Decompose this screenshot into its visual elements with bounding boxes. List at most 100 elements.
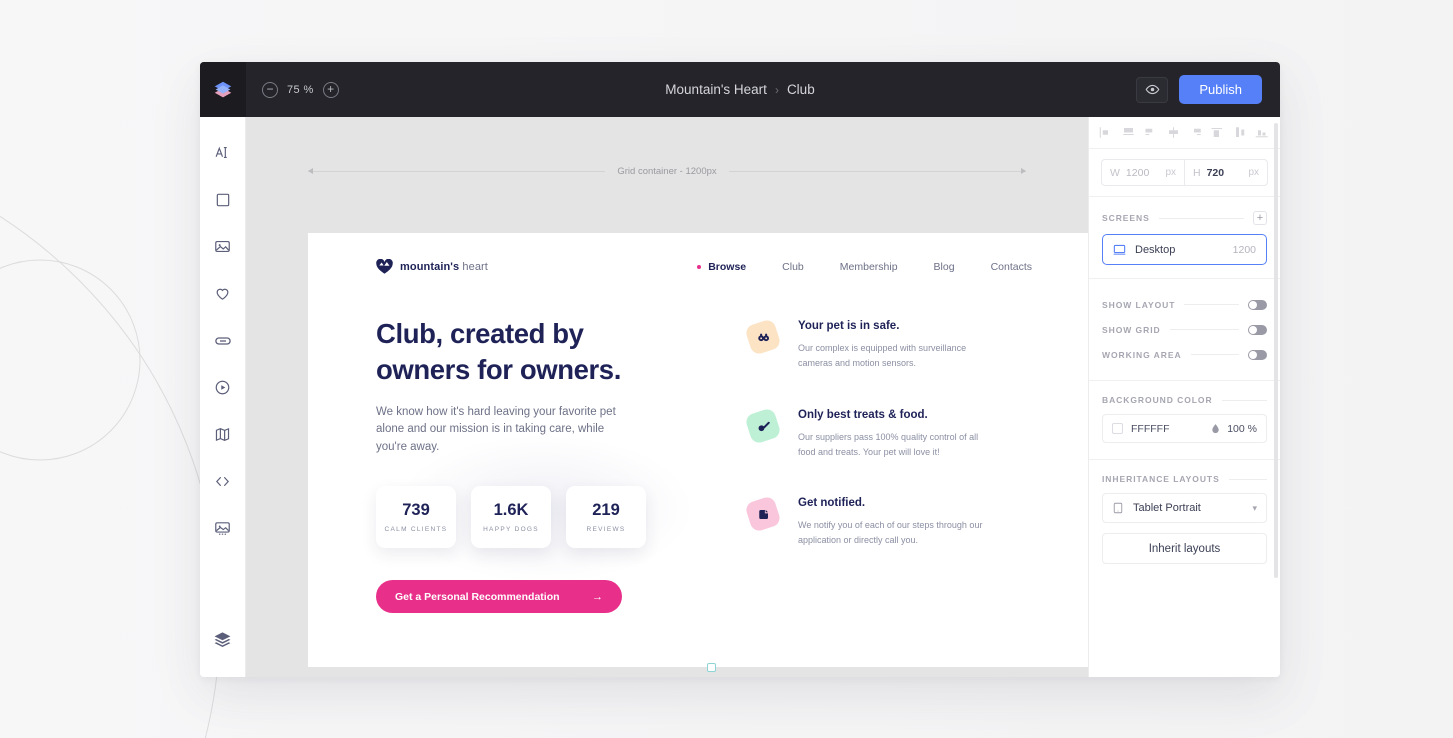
- screen-width: 1200: [1232, 243, 1256, 256]
- stat-value: 1.6K: [493, 501, 529, 520]
- stat-label: HAPPY DOGS: [483, 526, 539, 534]
- opacity-group: 100 %: [1210, 423, 1257, 435]
- background-color-field[interactable]: FFFFFF 100 %: [1102, 414, 1267, 443]
- screens-section-header: SCREENS +: [1089, 197, 1280, 234]
- feature-title: Get notified.: [798, 497, 866, 510]
- tablet-icon: [1113, 502, 1123, 514]
- screen-item-desktop[interactable]: Desktop 1200: [1102, 234, 1267, 265]
- section-divider: [1228, 478, 1267, 480]
- properties-panel: W 1200 px H 720 px SCREENS + Desktop 120…: [1088, 117, 1280, 677]
- show-layout-label: SHOW LAYOUT: [1102, 299, 1176, 310]
- feature-text: Get notified. We notify you of each of o…: [798, 497, 988, 548]
- map-tool-icon: [215, 427, 230, 442]
- cta-button[interactable]: Get a Personal Recommendation →: [376, 580, 622, 614]
- preview-button[interactable]: [1136, 76, 1169, 103]
- screens-title: SCREENS: [1102, 213, 1150, 223]
- hero-section: Club, created by owners for owners. We k…: [308, 274, 1088, 614]
- height-unit: px: [1248, 167, 1259, 178]
- feature-description: We notify you of each of our steps throu…: [798, 520, 983, 546]
- color-swatch[interactable]: [1112, 423, 1123, 434]
- feature-description: Our complex is equipped with surveillanc…: [798, 343, 967, 368]
- section-divider: [1169, 329, 1239, 330]
- sidebar-item-button[interactable]: [200, 317, 246, 364]
- toggle-show-layout: SHOW LAYOUT: [1089, 292, 1280, 317]
- cta-label: Get a Personal Recommendation: [395, 590, 560, 603]
- site-logo[interactable]: mountain's heart: [376, 259, 488, 274]
- hero-title-line1: Club, created by: [376, 318, 584, 349]
- top-bar: − 75 % + Mountain's Heart › Club Publish: [200, 62, 1280, 117]
- app-body: Grid container - 1200px mountain's heart: [200, 117, 1280, 677]
- nav-link-membership[interactable]: Membership: [840, 261, 898, 273]
- sidebar-item-code[interactable]: [200, 458, 246, 505]
- align-top-icon[interactable]: [1188, 126, 1203, 139]
- app-logo[interactable]: [200, 62, 246, 117]
- features-column: Your pet is in safe. Our complex is equi…: [744, 316, 1046, 613]
- section-divider: [1158, 217, 1244, 219]
- website-preview-frame[interactable]: mountain's heart Browse Club Membership …: [308, 233, 1088, 667]
- divider: [1089, 278, 1280, 279]
- feature-item: Only best treats & food. Our suppliers p…: [744, 406, 1046, 460]
- frame-resize-handle[interactable]: [707, 663, 716, 672]
- nav-link-contacts[interactable]: Contacts: [991, 261, 1032, 273]
- sidebar-item-layers[interactable]: [200, 616, 246, 663]
- distribute-vertical-icon[interactable]: [1255, 126, 1270, 139]
- feature-icon-badge: [744, 406, 782, 445]
- inheritance-layout-select[interactable]: Tablet Portrait ▾: [1102, 493, 1267, 523]
- sidebar-item-rectangle[interactable]: [200, 176, 246, 223]
- stat-card: 739 CALM CLIENTS: [376, 486, 456, 549]
- align-center-horizontal-icon[interactable]: [1121, 126, 1136, 139]
- opacity-value: 100 %: [1227, 422, 1257, 435]
- video-tool-icon: [215, 380, 230, 395]
- left-toolbar: [200, 117, 246, 677]
- nav-link-blog[interactable]: Blog: [934, 261, 955, 273]
- inherit-layouts-button[interactable]: Inherit layouts: [1102, 533, 1267, 564]
- nav-link-club[interactable]: Club: [782, 261, 804, 273]
- publish-button[interactable]: Publish: [1179, 75, 1262, 104]
- breadcrumb-page[interactable]: Club: [787, 82, 815, 97]
- sidebar-item-map[interactable]: [200, 411, 246, 458]
- stats-row: 739 CALM CLIENTS 1.6K HAPPY DOGS 219 REV…: [376, 486, 686, 549]
- zoom-out-button[interactable]: −: [262, 81, 278, 98]
- code-tool-icon: [216, 477, 229, 486]
- show-grid-switch[interactable]: [1248, 324, 1267, 335]
- properties-panel-scrollbar[interactable]: [1274, 123, 1278, 578]
- sidebar-item-image[interactable]: [200, 223, 246, 270]
- width-input[interactable]: W 1200 px: [1101, 159, 1184, 186]
- add-screen-button[interactable]: +: [1253, 211, 1267, 225]
- breadcrumb: Mountain's Heart › Club: [200, 62, 1280, 117]
- sidebar-item-gallery[interactable]: [200, 505, 246, 552]
- sidebar-item-text[interactable]: [200, 129, 246, 176]
- breadcrumb-project[interactable]: Mountain's Heart: [665, 82, 767, 97]
- section-divider: [1190, 354, 1239, 355]
- height-input[interactable]: H 720 px: [1184, 159, 1268, 186]
- breadcrumb-separator-icon: ›: [774, 82, 779, 97]
- sidebar-item-heart[interactable]: [200, 270, 246, 317]
- stat-value: 739: [402, 501, 430, 520]
- align-bottom-icon[interactable]: [1233, 126, 1248, 139]
- binoculars-icon: [757, 333, 769, 341]
- zoom-in-button[interactable]: +: [322, 81, 339, 98]
- distribute-horizontal-icon[interactable]: [1166, 126, 1181, 139]
- zoom-controls: − 75 % +: [262, 81, 339, 98]
- align-middle-vertical-icon[interactable]: [1210, 126, 1225, 139]
- working-area-switch[interactable]: [1248, 349, 1267, 360]
- nav-link-browse[interactable]: Browse: [708, 261, 746, 273]
- sidebar-item-video[interactable]: [200, 364, 246, 411]
- feature-title: Your pet is in safe.: [798, 320, 900, 332]
- toggle-working-area: WORKING AREA: [1089, 342, 1280, 367]
- size-fields: W 1200 px H 720 px: [1089, 149, 1280, 197]
- inheritance-layouts-header: INHERITANCE LAYOUTS: [1089, 460, 1280, 493]
- color-hex-value: FFFFFF: [1131, 422, 1170, 435]
- droplet-icon: [1212, 424, 1219, 434]
- feature-item: Your pet is in safe. Our complex is equi…: [744, 318, 1046, 371]
- feature-item: Get notified. We notify you of each of o…: [744, 495, 1046, 548]
- align-right-icon[interactable]: [1144, 126, 1159, 139]
- align-left-icon[interactable]: [1099, 126, 1114, 139]
- screen-name: Desktop: [1135, 243, 1176, 256]
- hero-left-column: Club, created by owners for owners. We k…: [376, 316, 694, 614]
- show-layout-switch[interactable]: [1248, 299, 1267, 310]
- desktop-icon: [1113, 244, 1126, 255]
- chevron-down-icon[interactable]: ▾: [1252, 503, 1257, 514]
- canvas-area[interactable]: Grid container - 1200px mountain's heart: [246, 117, 1088, 677]
- show-grid-label: SHOW GRID: [1102, 324, 1161, 335]
